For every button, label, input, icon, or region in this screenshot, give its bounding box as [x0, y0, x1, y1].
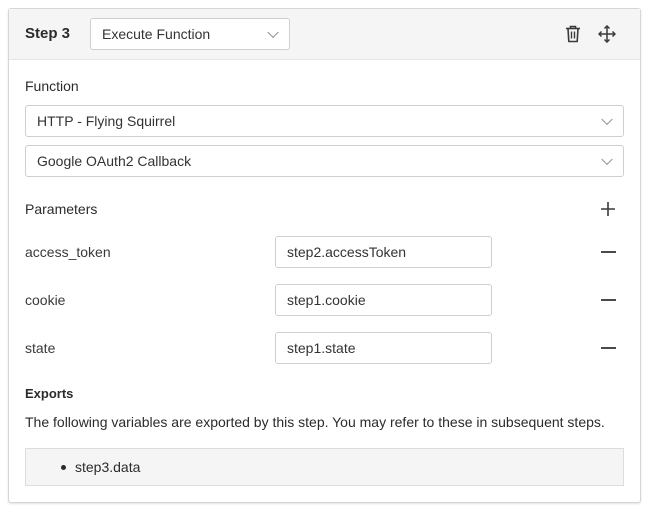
- exports-description: The following variables are exported by …: [25, 414, 605, 430]
- action-select[interactable]: Execute Function: [90, 18, 290, 50]
- parameter-value-input[interactable]: [275, 332, 492, 364]
- parameters-label: Parameters: [25, 201, 98, 217]
- function-provider-select[interactable]: HTTP - Flying Squirrel: [25, 105, 624, 137]
- delete-step-button[interactable]: [561, 22, 585, 46]
- remove-parameter-button[interactable]: [596, 288, 620, 312]
- add-parameter-button[interactable]: [596, 197, 620, 221]
- function-provider-value: HTTP - Flying Squirrel: [37, 113, 176, 129]
- plus-icon: [601, 202, 615, 216]
- chevron-down-icon: [267, 26, 279, 39]
- trash-icon: [566, 25, 580, 43]
- parameter-row: access_token: [9, 236, 640, 268]
- chevron-down-icon: [601, 113, 613, 126]
- function-operation-select[interactable]: Google OAuth2 Callback: [25, 145, 624, 177]
- parameter-value-input[interactable]: [275, 236, 492, 268]
- function-label: Function: [25, 78, 79, 94]
- parameter-value-input[interactable]: [275, 284, 492, 316]
- minus-icon: [600, 251, 616, 253]
- minus-icon: [600, 347, 616, 349]
- parameter-row: cookie: [9, 284, 640, 316]
- chevron-down-icon: [601, 153, 613, 166]
- exports-title: Exports: [25, 386, 74, 401]
- parameter-name: state: [25, 340, 56, 356]
- action-select-value: Execute Function: [102, 26, 211, 42]
- remove-parameter-button[interactable]: [596, 240, 620, 264]
- step-label: Step 3: [25, 25, 71, 42]
- parameter-name: cookie: [25, 292, 66, 308]
- step-card: Step 3 Execute Function Function HTTP - …: [8, 8, 641, 503]
- minus-icon: [600, 299, 616, 301]
- exports-list: step3.data: [60, 459, 141, 475]
- exports-list-box: step3.data: [25, 448, 624, 486]
- parameter-row: state: [9, 332, 640, 364]
- function-operation-value: Google OAuth2 Callback: [37, 153, 192, 169]
- remove-parameter-button[interactable]: [596, 336, 620, 360]
- move-icon: [598, 25, 616, 43]
- step-header: Step 3 Execute Function: [9, 9, 640, 60]
- move-step-button[interactable]: [595, 22, 619, 46]
- export-item: step3.data: [60, 459, 141, 475]
- parameter-name: access_token: [25, 244, 111, 260]
